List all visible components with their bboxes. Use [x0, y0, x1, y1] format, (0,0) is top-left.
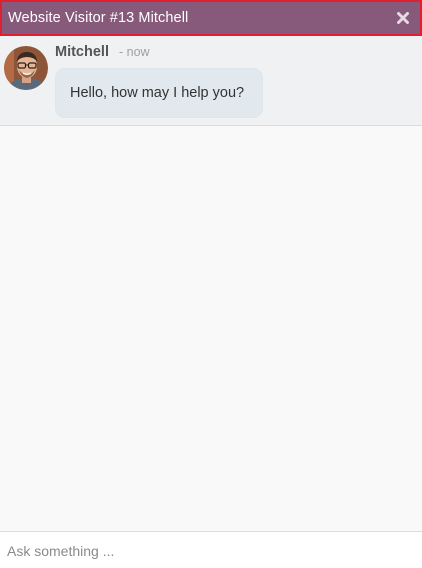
message-meta: Mitchell - now	[55, 44, 263, 62]
chat-title: Website Visitor #13 Mitchell	[8, 10, 189, 26]
livechat-window: Website Visitor #13 Mitchell Mitchell - …	[0, 0, 422, 568]
message-timestamp: - now	[118, 45, 150, 59]
user-avatar-icon	[4, 46, 48, 90]
message-body: Mitchell - now Hello, how may I help you…	[55, 44, 263, 125]
message-input[interactable]	[0, 532, 422, 568]
message-thread[interactable]: Mitchell - now Hello, how may I help you…	[0, 36, 422, 531]
close-icon[interactable]	[397, 12, 409, 24]
message-item: Mitchell - now Hello, how may I help you…	[0, 36, 422, 126]
composer	[0, 531, 422, 568]
message-author[interactable]: Mitchell	[55, 44, 109, 60]
close-button[interactable]	[392, 7, 414, 29]
chat-header[interactable]: Website Visitor #13 Mitchell	[0, 0, 422, 36]
message-bubble: Hello, how may I help you?	[55, 68, 263, 118]
author-avatar[interactable]	[4, 46, 48, 90]
thread-empty-area	[0, 126, 422, 531]
